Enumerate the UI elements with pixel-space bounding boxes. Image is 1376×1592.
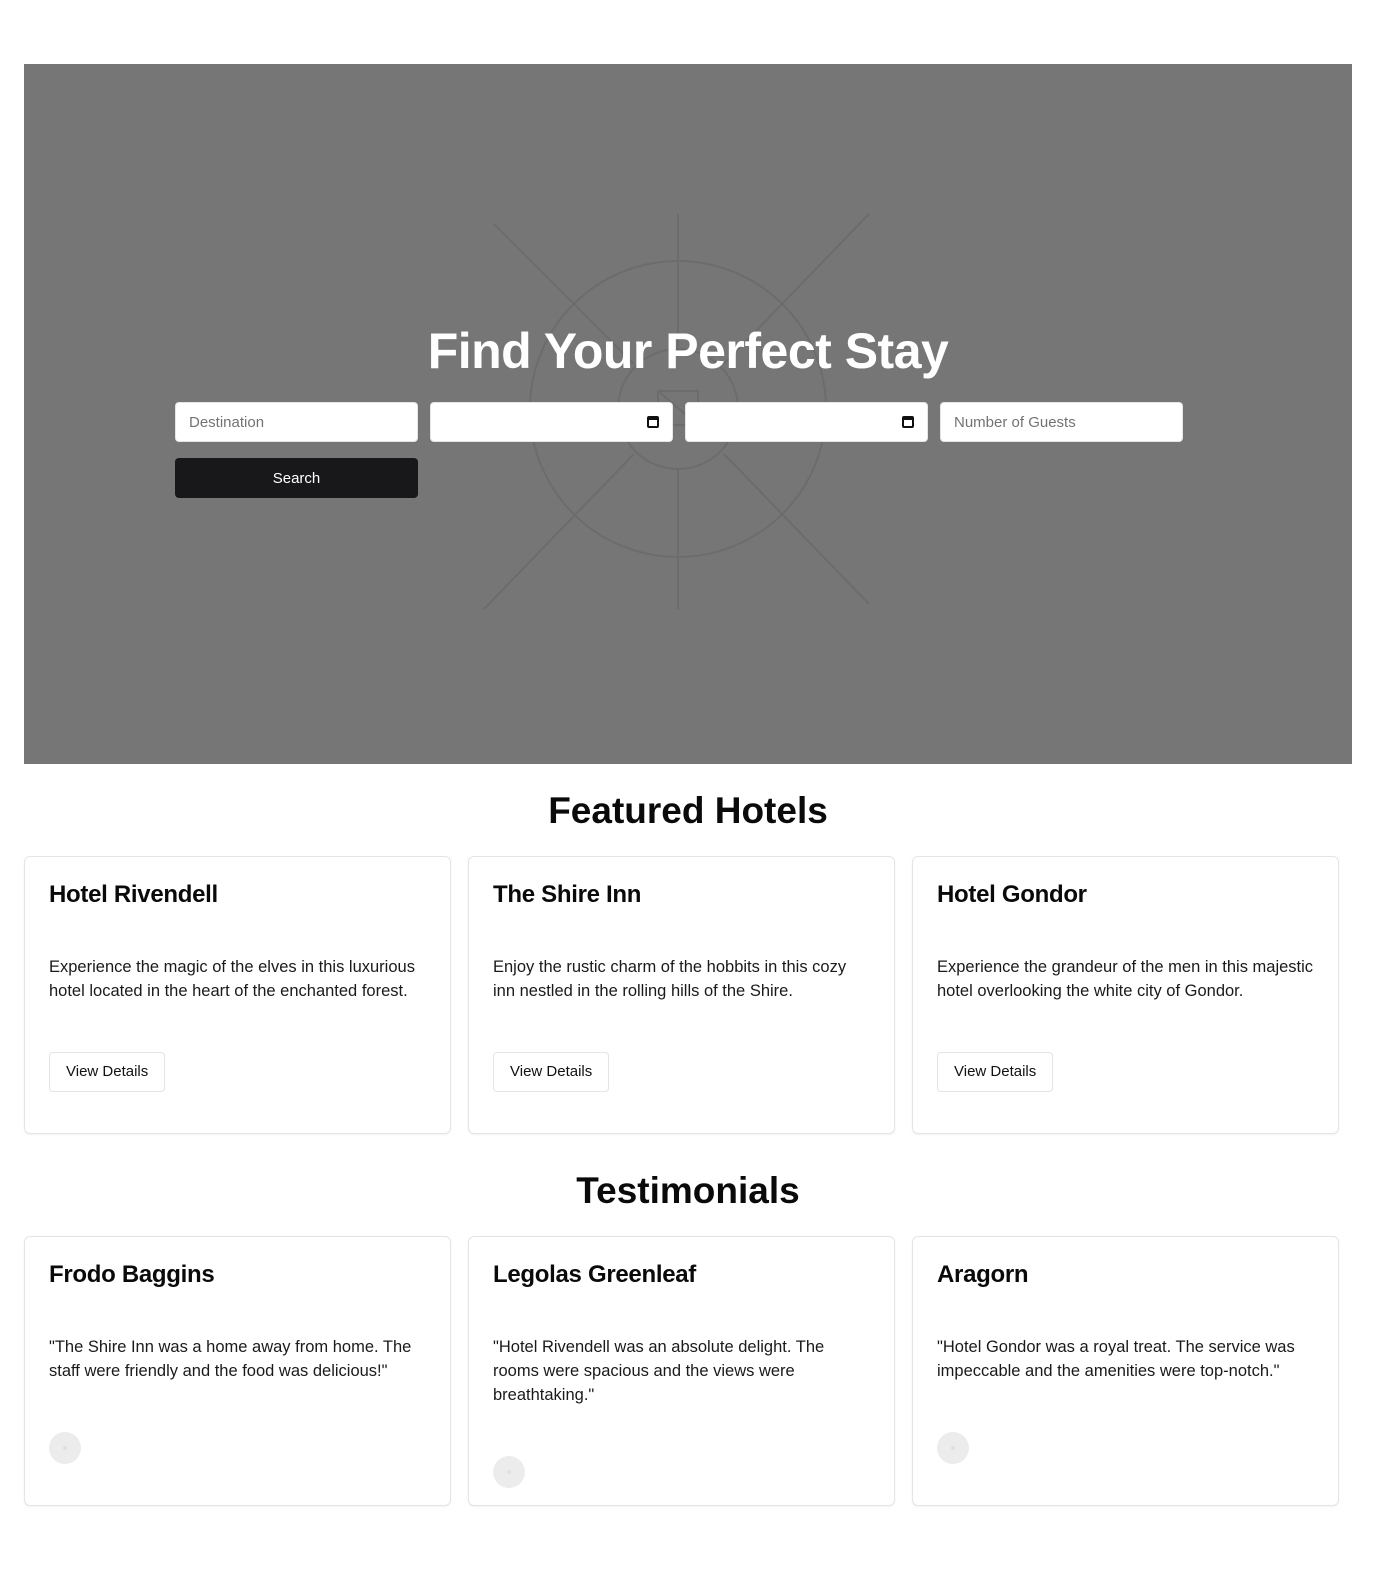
testimonials-title: Testimonials	[576, 1170, 800, 1211]
testimonial-author: Frodo Baggins	[49, 1261, 215, 1288]
testimonial-card: Frodo Baggins "The Shire Inn was a home …	[24, 1236, 451, 1506]
hotel-name: Hotel Rivendell	[49, 881, 218, 908]
view-details-button[interactable]: View Details	[49, 1052, 166, 1092]
search-button[interactable]: Search	[175, 458, 418, 498]
view-details-button[interactable]: View Details	[937, 1052, 1054, 1092]
hotel-card: Hotel Rivendell Experience the magic of …	[24, 856, 451, 1134]
avatar	[49, 1432, 81, 1464]
avatar	[937, 1432, 969, 1464]
avatar	[493, 1456, 525, 1488]
testimonial-quote: "Hotel Gondor was a royal treat. The ser…	[937, 1338, 1295, 1380]
testimonial-author: Legolas Greenleaf	[493, 1261, 696, 1288]
calendar-icon[interactable]	[902, 416, 914, 428]
hotel-description: Experience the grandeur of the men in th…	[937, 958, 1314, 1000]
hero-title: Find Your Perfect Stay	[427, 323, 949, 379]
testimonial-card: Legolas Greenleaf "Hotel Rivendell was a…	[468, 1236, 895, 1506]
testimonial-author: Aragorn	[937, 1261, 1029, 1288]
testimonial-card: Aragorn "Hotel Gondor was a royal treat.…	[912, 1236, 1339, 1506]
calendar-icon[interactable]	[647, 416, 659, 428]
view-details-button[interactable]: View Details	[493, 1052, 610, 1092]
hero-section: Find Your Perfect Stay Destination Numbe…	[24, 64, 1352, 764]
hotel-card: The Shire Inn Enjoy the rustic charm of …	[468, 856, 895, 1134]
guests-input[interactable]: Number of Guests	[940, 402, 1183, 442]
testimonial-quote: "The Shire Inn was a home away from home…	[49, 1338, 412, 1380]
check-out-date-input[interactable]	[685, 402, 928, 442]
hotel-name: Hotel Gondor	[937, 881, 1087, 908]
guests-placeholder: Number of Guests	[954, 413, 1076, 431]
destination-placeholder: Destination	[189, 413, 265, 431]
featured-hotels-title: Featured Hotels	[548, 790, 828, 831]
destination-input[interactable]: Destination	[175, 402, 418, 442]
testimonial-quote: "Hotel Rivendell was an absolute delight…	[493, 1338, 825, 1404]
hotel-description: Enjoy the rustic charm of the hobbits in…	[493, 958, 847, 1000]
hotel-card: Hotel Gondor Experience the grandeur of …	[912, 856, 1339, 1134]
hotel-name: The Shire Inn	[493, 881, 642, 908]
hotel-description: Experience the magic of the elves in thi…	[49, 958, 415, 1000]
check-in-date-input[interactable]	[430, 402, 673, 442]
